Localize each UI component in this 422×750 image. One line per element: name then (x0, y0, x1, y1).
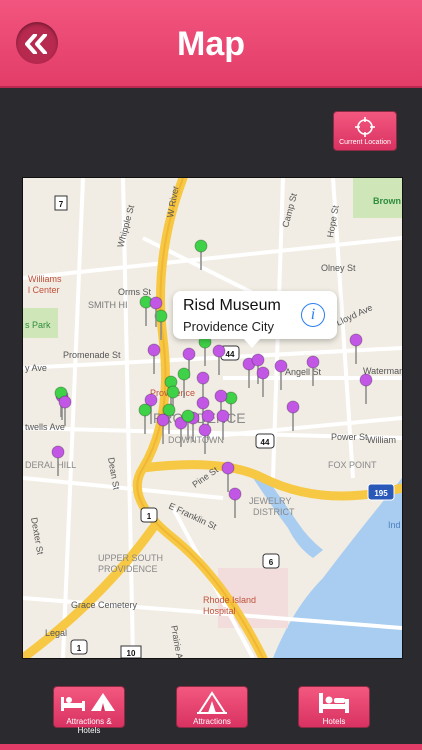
map-label: SMITH HI (88, 300, 128, 310)
bed-and-tent-icon (61, 693, 115, 711)
map-view[interactable]: 7 1 44 44 195 6 1 10 W River Whipple St … (22, 177, 403, 659)
route-10-label: 10 (127, 649, 136, 658)
map-pin[interactable] (251, 353, 265, 367)
tab-label: Hotels (322, 717, 346, 726)
map-callout[interactable]: Risd Museum Providence City i (173, 291, 337, 348)
map-label: Olney St (321, 263, 356, 273)
map-pin[interactable] (147, 343, 161, 357)
map-pin[interactable] (221, 461, 235, 475)
map-pin[interactable] (138, 403, 152, 417)
route-44-label: 44 (226, 350, 235, 359)
map-label: William (367, 435, 396, 445)
map-label: FOX POINT (328, 460, 377, 470)
route-7-label: 7 (59, 200, 64, 209)
map-pin[interactable] (228, 487, 242, 501)
route-1-label: 1 (147, 512, 152, 521)
map-pin[interactable] (182, 347, 196, 361)
map-label: Promenade St (63, 350, 121, 360)
map-label: PROVIDENCE (98, 564, 158, 574)
map-pin[interactable] (274, 359, 288, 373)
map-label: DOWNTOWN (168, 435, 224, 445)
map-label: l Center (28, 285, 60, 295)
route-6-label: 6 (269, 558, 274, 567)
map-label: Dexter St (29, 517, 45, 556)
map-label: Power St (331, 432, 368, 442)
tent-icon (197, 691, 227, 714)
route-195-label: 195 (374, 489, 388, 498)
map-pin[interactable] (214, 389, 228, 403)
tab-attractions[interactable]: Attractions (176, 686, 248, 728)
map-label: Rhode Island (203, 595, 256, 605)
callout-title: Risd Museum (183, 297, 281, 314)
map-label: Ind (388, 520, 401, 530)
map-pin[interactable] (166, 385, 180, 399)
route-1-label: 1 (77, 644, 82, 653)
map-pin[interactable] (149, 296, 163, 310)
map-pin[interactable] (286, 400, 300, 414)
map-label: Legal (45, 628, 67, 638)
map-label: s Park (25, 320, 51, 330)
map-label: twells Ave (25, 422, 65, 432)
map-pin[interactable] (216, 409, 230, 423)
map-pin[interactable] (51, 445, 65, 459)
map-pin[interactable] (306, 355, 320, 369)
map-pin[interactable] (181, 409, 195, 423)
map-label: Angell St (285, 367, 322, 377)
map-pin[interactable] (177, 367, 191, 381)
map-pin[interactable] (359, 373, 373, 387)
map-label: Orms St (118, 287, 151, 297)
bed-icon (319, 693, 349, 713)
map-label: y Ave (25, 363, 47, 373)
map-label: Williams (28, 274, 62, 284)
map-label: DISTRICT (253, 507, 295, 517)
map-label: JEWELRY (249, 496, 291, 506)
map-pin[interactable] (212, 344, 226, 358)
tab-attractions-hotels[interactable]: Attractions & Hotels (53, 686, 125, 735)
bottom-accent-line (0, 744, 422, 750)
tab-hotels[interactable]: Hotels (298, 686, 370, 728)
map-label: UPPER SOUTH (98, 553, 163, 563)
map-pin[interactable] (154, 309, 168, 323)
map-pin[interactable] (194, 239, 208, 253)
route-44-label: 44 (261, 438, 270, 447)
map-pin[interactable] (198, 423, 212, 437)
map-label: E Franklin St (167, 501, 218, 532)
map-label: Prairie A (169, 625, 185, 658)
crosshair-icon (355, 117, 375, 137)
map-label: Hospital (203, 606, 236, 616)
map-pin[interactable] (196, 371, 210, 385)
current-location-button[interactable]: Current Location (333, 111, 397, 151)
bay-water (273, 478, 402, 658)
tab-label: Attractions (193, 717, 231, 726)
map-pin[interactable] (156, 413, 170, 427)
current-location-label: Current Location (339, 139, 391, 146)
map-pin[interactable] (349, 333, 363, 347)
map-label: DERAL HILL (25, 460, 76, 470)
header-bar: Map (0, 0, 422, 88)
callout-subtitle: Providence City (183, 319, 275, 334)
page-title: Map (177, 25, 245, 63)
map-pin[interactable] (256, 366, 270, 380)
tab-label: Attractions & Hotels (66, 717, 112, 735)
map-pin[interactable] (201, 409, 215, 423)
map-label: Whipple St (115, 203, 136, 248)
map-label: Grace Cemetery (71, 600, 138, 610)
bottom-tab-bar: Attractions & Hotels Attractions Hotels (0, 676, 422, 750)
info-icon[interactable]: i (301, 303, 325, 327)
map-label: Brown Stad (373, 196, 402, 206)
map-pin[interactable] (196, 396, 210, 410)
map-pin[interactable] (58, 395, 72, 409)
